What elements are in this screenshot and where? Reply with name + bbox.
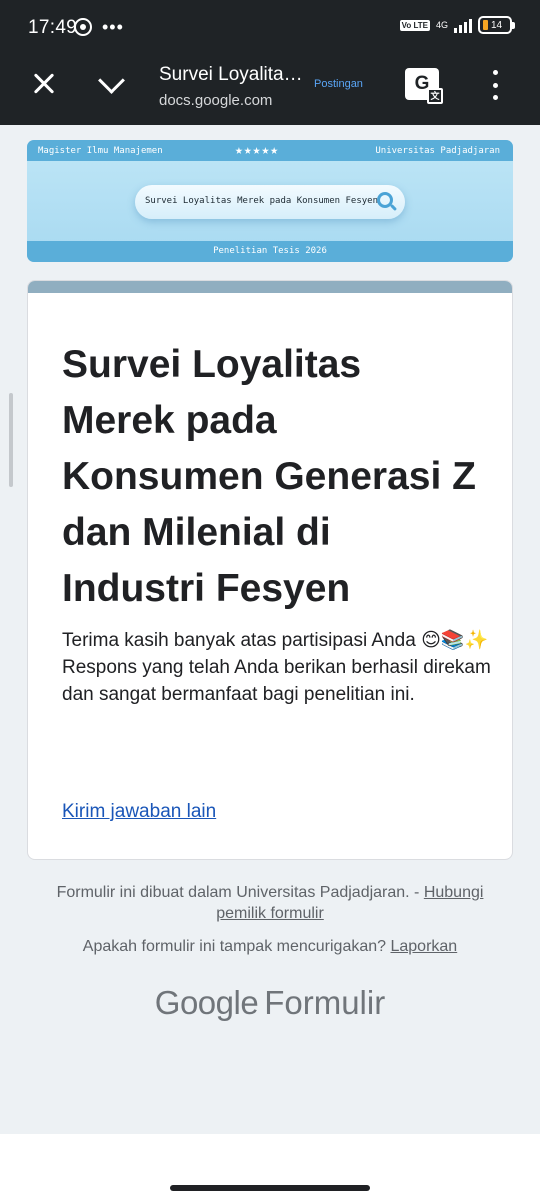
formulir-wordmark: Formulir bbox=[264, 984, 386, 1021]
translate-icon[interactable]: G 文 bbox=[405, 68, 443, 104]
google-wordmark: Google bbox=[154, 984, 259, 1021]
chevron-down-icon[interactable] bbox=[94, 68, 128, 100]
more-vert-icon[interactable] bbox=[484, 70, 506, 100]
form-made-text: Formulir ini dibuat dalam Universitas Pa… bbox=[56, 884, 424, 901]
form-title: Survei Loyalitas Merek pada Konsumen Gen… bbox=[62, 343, 476, 610]
whatsapp-icon bbox=[74, 18, 92, 36]
battery-level: 14 bbox=[491, 19, 503, 31]
more-notifications-icon: ••• bbox=[102, 17, 124, 37]
confirmation-message: Terima kasih banyak atas partisipasi And… bbox=[62, 630, 491, 705]
home-indicator[interactable] bbox=[170, 1185, 370, 1191]
google-forms-logo[interactable]: Google Formulir bbox=[0, 984, 540, 1022]
network-type: 4G bbox=[435, 20, 448, 30]
banner-program: Magister Ilmu Manajemen bbox=[38, 146, 163, 156]
report-question: Apakah formulir ini tampak mencurigakan? bbox=[82, 938, 391, 955]
banner-bottom-strip: Penelitian Tesis 2026 bbox=[27, 241, 513, 262]
card-accent-bar bbox=[28, 281, 512, 293]
signal-icon bbox=[454, 17, 472, 33]
scrollbar-thumb[interactable] bbox=[9, 393, 13, 487]
system-icons: Vo LTE 4G 14 bbox=[399, 16, 515, 34]
volte-icon: Vo LTE bbox=[399, 19, 430, 31]
banner-search-text: Survei Loyalitas Merek pada Konsumen Fes… bbox=[145, 196, 378, 206]
close-icon[interactable] bbox=[28, 68, 60, 100]
status-bar: 17:49 ••• Vo LTE 4G 14 bbox=[0, 0, 540, 56]
report-link[interactable]: Laporkan bbox=[390, 938, 457, 955]
notification-icons: ••• bbox=[74, 18, 124, 36]
confirmation-card: Survei Loyalitas Merek pada Konsumen Gen… bbox=[27, 280, 513, 860]
banner-top-strip: Magister Ilmu Manajemen ★★★★★ Universita… bbox=[27, 140, 513, 161]
search-icon bbox=[377, 192, 393, 208]
battery-icon: 14 bbox=[478, 16, 515, 34]
status-time: 17:49 bbox=[28, 17, 78, 38]
form-ownership-note: Formulir ini dibuat dalam Universitas Pa… bbox=[40, 882, 500, 924]
form-header-banner: Magister Ilmu Manajemen ★★★★★ Universita… bbox=[27, 140, 513, 262]
submit-another-response-link[interactable]: Kirim jawaban lain bbox=[62, 801, 216, 823]
postingan-link[interactable]: Postingan bbox=[314, 78, 363, 90]
banner-university: Universitas Padjadjaran bbox=[375, 146, 500, 156]
page-url: docs.google.com bbox=[159, 92, 273, 109]
banner-search-bar: Survei Loyalitas Merek pada Konsumen Fes… bbox=[135, 185, 405, 219]
report-note: Apakah formulir ini tampak mencurigakan?… bbox=[40, 938, 500, 956]
banner-stars: ★★★★★ bbox=[235, 143, 280, 158]
page-title: Survei Loyalitas Merek pada Konsumen Fes… bbox=[159, 64, 305, 85]
browser-app-bar: Survei Loyalitas Merek pada Konsumen Fes… bbox=[0, 56, 540, 125]
